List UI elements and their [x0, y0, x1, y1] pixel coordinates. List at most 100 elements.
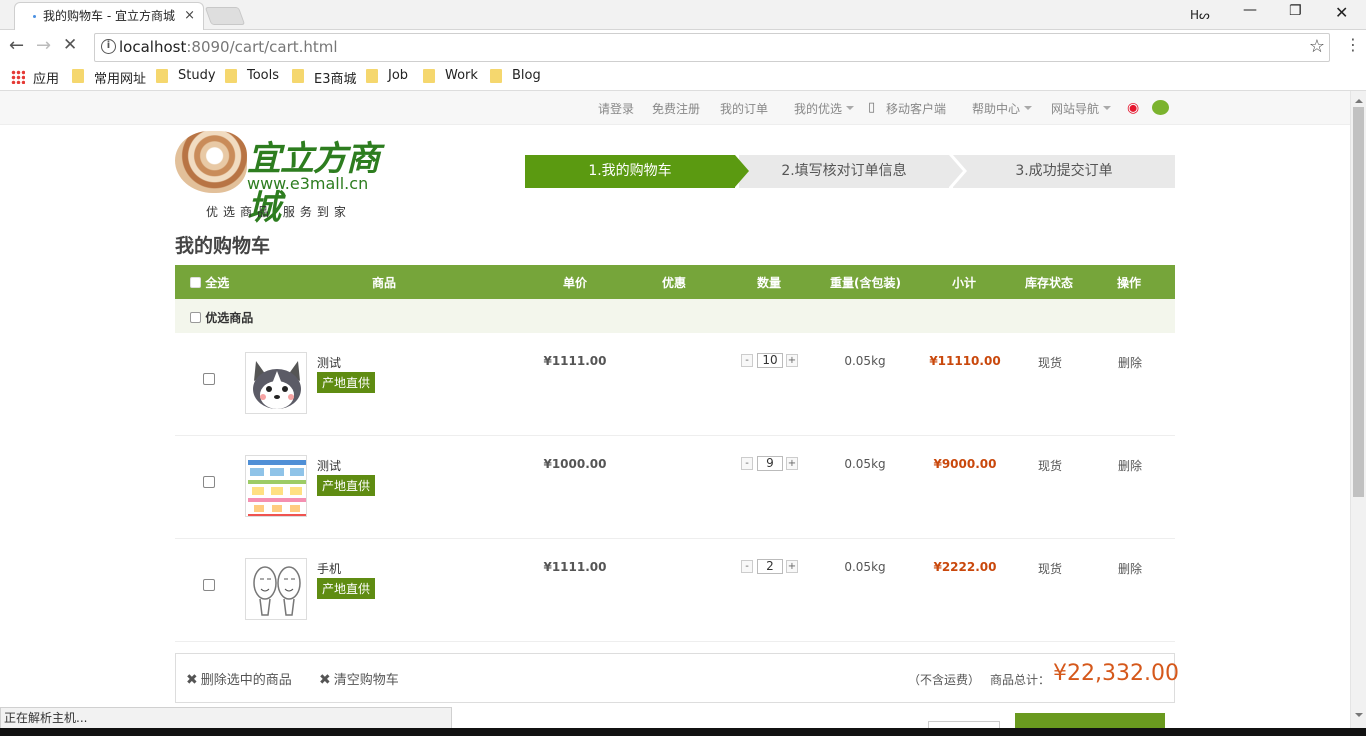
bookmark-folder[interactable]: Blog [490, 68, 541, 83]
bookmark-folder[interactable]: Tools [225, 68, 279, 83]
qty-input[interactable]: 2 [757, 559, 783, 574]
profile-icon[interactable]: ᕼᔕ [1190, 8, 1210, 22]
apps-grid-icon [11, 70, 25, 84]
row-checkbox[interactable] [203, 579, 215, 591]
checkout-steps: 1.我的购物车 2.填写核对订单信息 3.成功提交订单 [525, 155, 1175, 188]
select-all[interactable]: 全选 [190, 274, 229, 291]
row-checkbox[interactable] [203, 476, 215, 488]
cart-row: 测试 产地直供 ¥1000.00 - 9 + 0.05kg ¥9000.00 现… [175, 436, 1175, 539]
total-value: ¥22,332.00 [1053, 661, 1179, 686]
os-taskbar [0, 728, 1366, 736]
delete-link[interactable]: 删除 [1100, 354, 1160, 371]
vertical-scrollbar[interactable] [1350, 91, 1366, 736]
bookmark-folder[interactable]: 常用网址 [72, 68, 146, 87]
status-bubble: 正在解析主机... [0, 707, 452, 729]
weight: 0.05kg [844, 457, 886, 471]
scroll-up-icon[interactable] [1355, 95, 1363, 103]
weight: 0.05kg [844, 354, 886, 368]
delete-selected-button[interactable]: ✖ 删除选中的商品 [186, 669, 292, 688]
sketch-faces-image [253, 566, 301, 616]
url-input[interactable]: i localhost:8090/cart/cart.html ☆ [94, 33, 1330, 62]
delete-link[interactable]: 删除 [1100, 560, 1160, 577]
product-thumbnail[interactable] [245, 558, 307, 620]
wechat-icon[interactable] [1152, 100, 1169, 115]
row-checkbox[interactable] [203, 373, 215, 385]
folder-icon [292, 69, 304, 83]
bookmark-folder[interactable]: E3商城 [292, 68, 357, 87]
minimize-icon[interactable]: — [1243, 2, 1257, 18]
bookmarks-bar: 应用 常用网址 Study Tools E3商城 Job Work Blog [0, 63, 1366, 91]
qty-minus-button[interactable]: - [741, 457, 753, 470]
qty-plus-button[interactable]: + [786, 560, 798, 573]
my-youxuan-menu[interactable]: 我的优选 [794, 100, 854, 117]
bookmark-folder[interactable]: Work [423, 68, 478, 83]
cart-table-header: 全选 商品 单价 优惠 数量 重量(含包装) 小计 库存状态 操作 [175, 265, 1175, 299]
product-name[interactable]: 测试 [317, 457, 341, 474]
product-thumbnail[interactable] [245, 455, 307, 517]
qty-minus-button[interactable]: - [741, 354, 753, 367]
subtotal: ¥2222.00 [933, 560, 997, 574]
qty-plus-button[interactable]: + [786, 354, 798, 367]
menu-icon[interactable]: ⋮ [1345, 35, 1361, 54]
site-nav-menu[interactable]: 网站导航 [1051, 100, 1111, 117]
product-name[interactable]: 手机 [317, 560, 341, 577]
qty-input[interactable]: 10 [757, 353, 783, 368]
bookmark-folder[interactable]: Study [156, 68, 216, 83]
folder-icon [225, 69, 237, 83]
folder-icon [72, 69, 84, 83]
scroll-down-icon[interactable] [1355, 713, 1363, 721]
weibo-icon[interactable]: ◉ [1127, 100, 1145, 116]
tab-loading-icon [33, 15, 36, 18]
delete-link[interactable]: 删除 [1100, 457, 1160, 474]
mobile-client-link[interactable]: 移动客户端 [886, 100, 946, 117]
header-stock: 库存状态 [1025, 276, 1074, 290]
header-quantity: 数量 [757, 276, 782, 290]
step-fill-order: 2.填写核对订单信息 [739, 155, 967, 188]
cart-row: 测试 产地直供 ¥1111.00 - 10 + 0.05kg ¥11110.00… [175, 333, 1175, 436]
tab-close-icon[interactable]: × [184, 3, 195, 29]
clear-cart-button[interactable]: ✖ 清空购物车 [319, 669, 399, 688]
step-cart: 1.我的购物车 [525, 155, 749, 188]
stop-loading-icon[interactable]: ✕ [63, 35, 77, 55]
site-logo[interactable]: 宜立方商城 www.e3mall.cn 优选商品 服务到家 [175, 129, 395, 228]
new-tab-button[interactable] [204, 7, 246, 25]
bookmark-apps[interactable]: 应用 [11, 68, 59, 87]
browser-tab-active[interactable]: 我的购物车 - 宜立方商城 × [14, 2, 204, 30]
qty-minus-button[interactable]: - [741, 560, 753, 573]
select-all-checkbox[interactable] [190, 277, 201, 288]
forward-icon[interactable]: → [36, 35, 51, 56]
restore-icon[interactable]: ❐ [1289, 3, 1302, 19]
total-label: 商品总计： [990, 673, 1051, 687]
shell-logo-icon [175, 131, 247, 193]
weight: 0.05kg [844, 560, 886, 574]
qty-plus-button[interactable]: + [786, 457, 798, 470]
scroll-thumb[interactable] [1353, 107, 1364, 497]
origin-tag: 产地直供 [317, 475, 376, 496]
group-select[interactable]: 优选商品 [190, 309, 253, 326]
product-name[interactable]: 测试 [317, 354, 341, 371]
cart-row: 手机 产地直供 ¥1111.00 - 2 + 0.05kg ¥2222.00 现… [175, 539, 1175, 642]
product-thumbnail[interactable] [245, 352, 307, 414]
bookmark-star-icon[interactable]: ☆ [1309, 36, 1325, 57]
my-orders-link[interactable]: 我的订单 [720, 100, 768, 117]
bookmark-folder[interactable]: Job [366, 68, 408, 83]
page-viewport: 请登录 免费注册 我的订单 我的优选 ▯ 移动客户端 帮助中心 网站导航 ◉ 宜… [0, 91, 1350, 736]
help-center-menu[interactable]: 帮助中心 [972, 100, 1032, 117]
site-info-icon[interactable]: i [101, 39, 116, 54]
close-icon: ✖ [186, 672, 198, 688]
back-icon[interactable]: ← [9, 35, 24, 56]
folder-icon [423, 69, 435, 83]
husky-image [253, 361, 301, 409]
register-link[interactable]: 免费注册 [652, 100, 700, 117]
origin-tag: 产地直供 [317, 372, 376, 393]
group-checkbox[interactable] [190, 312, 201, 323]
window-close-icon[interactable]: ✕ [1335, 3, 1348, 22]
shipping-note: （不含运费） [908, 673, 981, 687]
folder-icon [490, 69, 502, 83]
cart-footer: ✖ 删除选中的商品 ✖ 清空购物车 （不含运费） 商品总计： ¥22,332.00 [175, 653, 1179, 703]
qty-input[interactable]: 9 [757, 456, 783, 471]
folder-icon [366, 69, 378, 83]
site-top-nav: 请登录 免费注册 我的订单 我的优选 ▯ 移动客户端 帮助中心 网站导航 ◉ [0, 91, 1350, 125]
login-link[interactable]: 请登录 [598, 100, 634, 117]
page-title: 我的购物车 [175, 235, 271, 257]
